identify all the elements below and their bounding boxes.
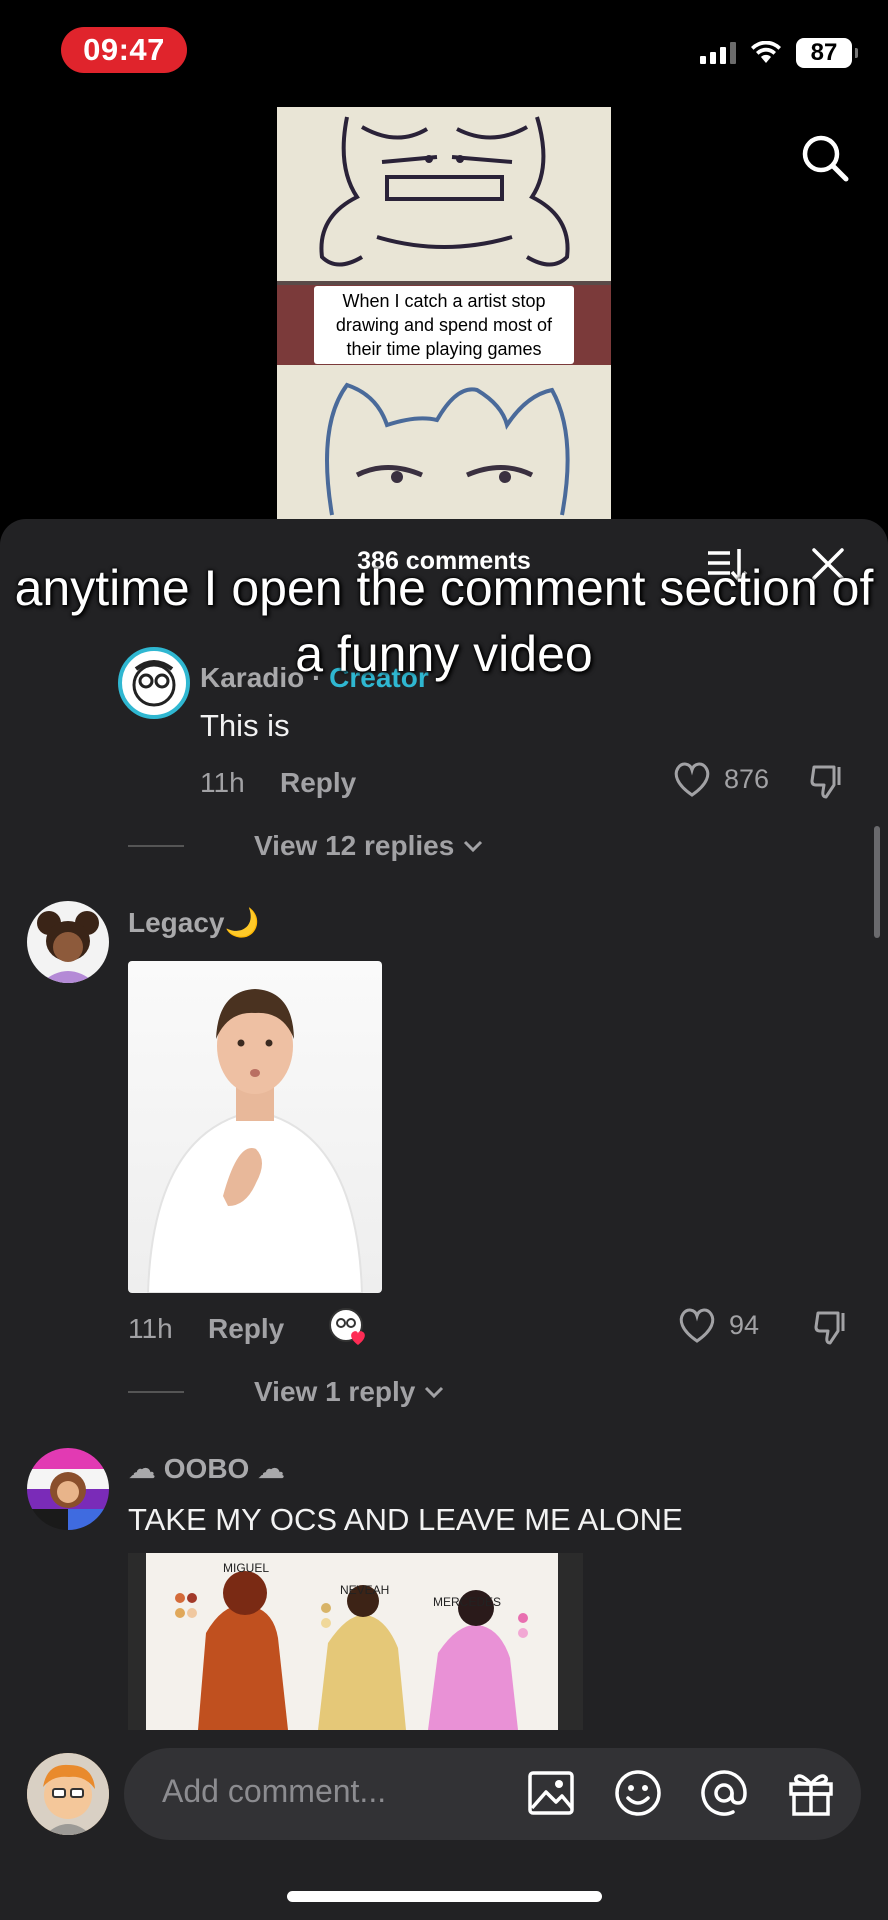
view-replies-label: View 12 replies: [254, 830, 455, 861]
avatar[interactable]: [27, 1448, 109, 1530]
status-indicators: 87: [700, 38, 858, 68]
scrollbar[interactable]: [874, 826, 880, 938]
like-count: 876: [724, 763, 770, 794]
wifi-icon: [751, 41, 781, 63]
drawing-panel-bottom: [277, 365, 611, 519]
divider-line: [128, 845, 184, 847]
dislike-icon[interactable]: [808, 761, 848, 801]
user-avatar[interactable]: [27, 1753, 109, 1835]
video-caption: When I catch a artist stop drawing and s…: [314, 286, 574, 364]
like-button[interactable]: 876: [672, 760, 769, 798]
comment-time: 11h: [128, 1313, 173, 1344]
oc-characters-image: [128, 1553, 583, 1730]
battery-indicator: 87: [796, 38, 858, 68]
dislike-icon[interactable]: [812, 1307, 852, 1347]
comment-text: This is: [200, 708, 290, 743]
comment-input-placeholder: Add comment...: [162, 1773, 387, 1809]
home-indicator[interactable]: [287, 1891, 602, 1902]
emoji-icon[interactable]: [613, 1768, 663, 1818]
like-button[interactable]: 94: [677, 1306, 759, 1344]
comment-time: 11h: [200, 767, 245, 798]
cellular-signal-icon: [700, 42, 736, 64]
avatar[interactable]: [27, 901, 109, 983]
comment-text: TAKE MY OCS AND LEAVE ME ALONE: [128, 1502, 683, 1537]
video-overlay-caption: anytime I open the comment section of a …: [14, 560, 874, 682]
comment-username[interactable]: ☁ OOBO ☁: [128, 1452, 285, 1485]
video-preview[interactable]: When I catch a artist stop drawing and s…: [277, 107, 611, 519]
legacy-avatar-icon: [37, 911, 99, 983]
gift-icon[interactable]: [786, 1768, 836, 1818]
oc-label: MIGUEL: [223, 1561, 270, 1575]
chevron-down-icon: [464, 840, 483, 853]
person-photo: [146, 989, 364, 1293]
like-count: 94: [729, 1309, 760, 1340]
user-avatar-icon: [27, 1753, 109, 1835]
view-replies-button[interactable]: View 12 replies: [128, 830, 484, 862]
heart-icon: [679, 1308, 715, 1343]
oc-label: NEVEAH: [340, 1583, 390, 1597]
view-replies-label: View 1 reply: [254, 1376, 416, 1407]
status-time: 09:47: [61, 27, 187, 73]
cat-drawing-top: [319, 116, 570, 267]
drawing-panel-top: [277, 107, 611, 285]
reply-button[interactable]: Reply: [208, 1313, 284, 1345]
comment-image[interactable]: MIGUEL NEVEAH MERCEDES: [128, 1553, 583, 1730]
heart-icon: [674, 762, 710, 797]
view-replies-button[interactable]: View 1 reply: [128, 1376, 445, 1408]
cat-drawing-bottom: [325, 382, 570, 516]
creator-liked-badge: [328, 1307, 368, 1347]
nonbinary-flag-avatar-icon: [27, 1448, 109, 1530]
search-icon[interactable]: [800, 133, 850, 183]
oc-label: MERCEDES: [433, 1595, 502, 1609]
divider-line: [128, 1391, 184, 1393]
mention-icon[interactable]: [699, 1768, 749, 1818]
chevron-down-icon: [425, 1386, 444, 1399]
comment-username[interactable]: Legacy🌙: [128, 906, 259, 939]
comment-image[interactable]: [128, 961, 382, 1293]
image-icon[interactable]: [526, 1768, 576, 1818]
reply-button[interactable]: Reply: [280, 767, 356, 799]
